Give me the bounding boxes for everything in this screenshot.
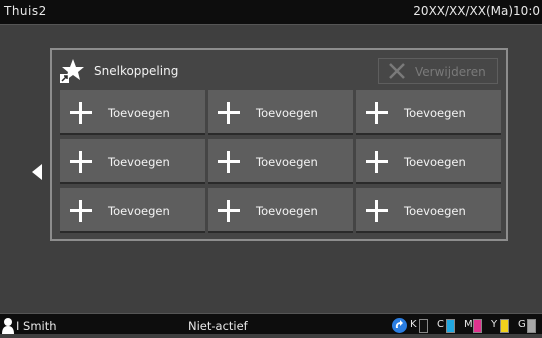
plus-icon [366, 102, 388, 124]
toner-m: M [464, 319, 484, 333]
page-title: Thuis2 [4, 4, 47, 18]
add-shortcut-button[interactable]: Toevoegen [60, 139, 205, 184]
plus-icon [366, 200, 388, 222]
close-icon [387, 61, 407, 81]
delete-button[interactable]: Verwijderen [378, 58, 498, 84]
toner-y: Y [491, 319, 511, 333]
add-shortcut-button[interactable]: Toevoegen [356, 139, 501, 184]
add-shortcut-label: Toevoegen [404, 106, 466, 120]
top-bar: Thuis2 20XX/XX/XX(Ma)10:0 [0, 0, 542, 25]
plus-icon [70, 200, 92, 222]
status-bar: I Smith Niet-actief K C M Y G [0, 313, 542, 334]
toner-bar [500, 319, 509, 333]
user-name: I Smith [16, 319, 57, 333]
add-shortcut-label: Toevoegen [404, 155, 466, 169]
toner-bar [446, 319, 455, 333]
toner-label: G [518, 319, 526, 330]
toner-label: K [410, 319, 417, 330]
chevron-left-icon[interactable] [30, 163, 44, 181]
plus-icon [218, 200, 240, 222]
toner-label: Y [491, 319, 498, 330]
delete-button-label: Verwijderen [415, 65, 486, 79]
status-text: Niet-actief [188, 319, 248, 333]
add-shortcut-label: Toevoegen [404, 204, 466, 218]
shortcut-grid: Toevoegen Toevoegen Toevoegen Toevoegen … [60, 90, 501, 233]
add-shortcut-button[interactable]: Toevoegen [208, 188, 353, 233]
add-shortcut-label: Toevoegen [256, 155, 318, 169]
add-shortcut-button[interactable]: Toevoegen [356, 90, 501, 135]
plus-icon [218, 102, 240, 124]
user-icon[interactable] [2, 317, 14, 334]
shortcut-panel: Snelkoppeling Verwijderen Toevoegen Toev… [50, 48, 508, 241]
toner-bar [419, 319, 428, 333]
plus-icon [70, 102, 92, 124]
refresh-icon[interactable] [392, 318, 407, 333]
add-shortcut-button[interactable]: Toevoegen [356, 188, 501, 233]
toner-bar [527, 319, 536, 333]
toner-g: G [518, 319, 538, 333]
add-shortcut-label: Toevoegen [108, 204, 170, 218]
add-shortcut-button[interactable]: Toevoegen [60, 90, 205, 135]
toner-k: K [410, 319, 430, 333]
toner-c: C [437, 319, 457, 333]
add-shortcut-label: Toevoegen [256, 204, 318, 218]
toner-label: M [464, 319, 473, 330]
toner-bar [473, 319, 482, 333]
plus-icon [366, 151, 388, 173]
add-shortcut-label: Toevoegen [256, 106, 318, 120]
toner-label: C [437, 319, 444, 330]
panel-header: Snelkoppeling Verwijderen [60, 56, 498, 86]
add-shortcut-label: Toevoegen [108, 155, 170, 169]
date-time: 20XX/XX/XX(Ma)10:0 [413, 4, 540, 18]
panel-title: Snelkoppeling [94, 64, 179, 78]
add-shortcut-button[interactable]: Toevoegen [208, 139, 353, 184]
star-icon [60, 58, 84, 84]
add-shortcut-label: Toevoegen [108, 106, 170, 120]
plus-icon [70, 151, 92, 173]
add-shortcut-button[interactable]: Toevoegen [208, 90, 353, 135]
plus-icon [218, 151, 240, 173]
add-shortcut-button[interactable]: Toevoegen [60, 188, 205, 233]
